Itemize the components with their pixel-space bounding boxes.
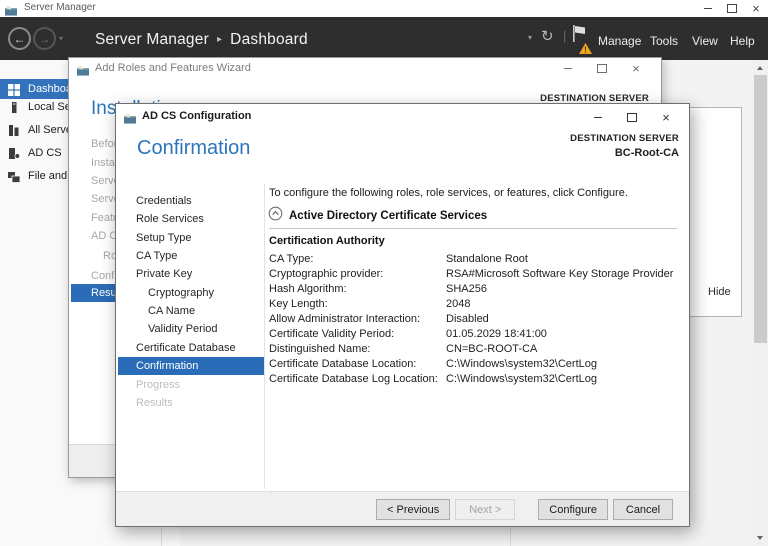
destination-server-name: BC-Root-CA [614,147,679,159]
dashboard-tile-edge [161,528,162,546]
section-header-adcs[interactable]: Active Directory Certificate Services [268,206,487,226]
breadcrumb: Server Manager ▸ Dashboard [95,31,308,49]
minimize-icon[interactable] [696,0,720,17]
adcs-dialog-title: AD CS Configuration [142,110,252,122]
adcs-dialog-icon [124,111,136,129]
navbar: Server Manager▸Dashboard ! Manage Tools … [0,17,768,60]
detail-label: Certificate Database Location: [269,358,417,370]
detail-label: Key Length: [269,298,328,310]
scrollbar-thumb[interactable] [754,75,767,343]
wizard-icon [77,63,89,81]
refresh-caret-icon[interactable] [528,33,532,42]
detail-label: Allow Administrator Interaction: [269,313,421,325]
adcs-config-dialog: AD CS Configuration Confirmation DESTINA… [115,103,690,527]
detail-value: CN=BC-ROOT-CA [446,343,538,355]
scroll-up-icon[interactable] [757,66,763,70]
dashboard-tile-edge [510,528,511,546]
nav-cryptography[interactable]: Cryptography [148,284,214,302]
confirmation-details-table: CA Type: Standalone Root Cryptographic p… [269,252,684,387]
nav-certificate-database[interactable]: Certificate Database [136,339,236,357]
destination-server-label: DESTINATION SERVER [570,133,679,144]
next-button: Next > [455,499,516,520]
nav-setup-type[interactable]: Setup Type [136,229,191,247]
servers-icon [8,124,20,136]
menu-help[interactable]: Help [730,34,755,48]
nav-progress: Progress [136,379,181,391]
section-title: Active Directory Certificate Services [289,210,488,222]
close-icon[interactable] [619,61,653,76]
detail-label: Cryptographic provider: [269,268,384,280]
detail-value: 2048 [446,298,471,310]
destination-server-block: DESTINATION SERVER BC-Root-CA [570,133,679,159]
dialog-footer: < Previous Next > Configure Cancel [116,491,689,526]
folders-icon [8,170,21,183]
close-icon[interactable] [649,109,683,125]
refresh-icon[interactable] [541,27,554,45]
breadcrumb-current[interactable]: Dashboard [230,31,308,48]
detail-label: CA Type: [269,253,314,265]
svg-text:!: ! [584,46,587,55]
detail-label: Hash Algorithm: [269,283,347,295]
detail-label: Certificate Database Log Location: [269,373,438,385]
minimize-icon[interactable] [551,61,585,76]
nav-ca-name[interactable]: CA Name [148,302,195,320]
vertical-scrollbar[interactable] [753,60,768,546]
detail-label: Distinguished Name: [269,343,371,355]
server-manager-window: Server Manager Server Manager▸Dashboard … [0,0,768,546]
detail-label: Certificate Validity Period: [269,328,395,340]
page-title: Confirmation [137,137,251,159]
breadcrumb-separator-icon: ▸ [216,34,223,45]
close-icon[interactable] [744,0,768,17]
notifications-flag-icon[interactable]: ! [572,25,594,55]
section-divider [269,228,677,229]
dashboard-tiles-icon [8,83,20,96]
certificate-icon [8,147,21,159]
menu-manage[interactable]: Manage [598,34,641,48]
cancel-button[interactable]: Cancel [613,499,673,520]
forward-button [33,27,56,50]
window-title: Server Manager [24,2,96,13]
detail-value: C:\Windows\system32\CertLog [446,358,597,370]
back-button[interactable] [8,27,31,50]
previous-button[interactable]: < Previous [376,499,451,520]
nav-ca-type[interactable]: CA Type [136,247,177,265]
detail-value: Standalone Root [446,253,528,265]
detail-value: C:\Windows\system32\CertLog [446,373,597,385]
history-caret-icon[interactable] [59,34,63,43]
menu-view[interactable]: View [692,34,718,48]
nav-confirmation[interactable]: Confirmation [118,357,264,375]
minimize-icon[interactable] [581,109,615,125]
nav-results: Results [136,397,173,409]
sidebar-item-label: AD CS [28,147,62,159]
restore-icon[interactable] [720,0,744,17]
server-icon [8,101,20,113]
group-title: Certification Authority [269,235,385,247]
window-titlebar: Server Manager [0,0,768,17]
hide-link[interactable]: Hide [708,286,731,298]
nav-credentials[interactable]: Credentials [136,192,192,210]
nav-private-key[interactable]: Private Key [136,265,192,283]
navbar-divider [563,28,566,43]
scroll-down-icon[interactable] [757,536,763,540]
detail-value: SHA256 [446,283,487,295]
detail-value: RSA#Microsoft Software Key Storage Provi… [446,268,674,280]
maximize-icon[interactable] [585,61,619,76]
intro-text: To configure the following roles, role s… [269,187,628,199]
detail-value: Disabled [446,313,489,325]
menu-tools[interactable]: Tools [650,34,678,48]
breadcrumb-root[interactable]: Server Manager [95,31,209,48]
roles-wizard-titlebar: Add Roles and Features Wizard [69,58,661,78]
detail-value: 01.05.2029 18:41:00 [446,328,547,340]
chevron-up-circle-icon[interactable] [268,206,283,226]
nav-role-services[interactable]: Role Services [136,210,204,228]
nav-separator [264,184,265,489]
maximize-icon[interactable] [615,109,649,125]
adcs-dialog-titlebar: AD CS Configuration [116,104,689,128]
configure-button[interactable]: Configure [538,499,608,520]
roles-wizard-title: Add Roles and Features Wizard [95,62,251,74]
nav-validity-period[interactable]: Validity Period [148,320,218,338]
